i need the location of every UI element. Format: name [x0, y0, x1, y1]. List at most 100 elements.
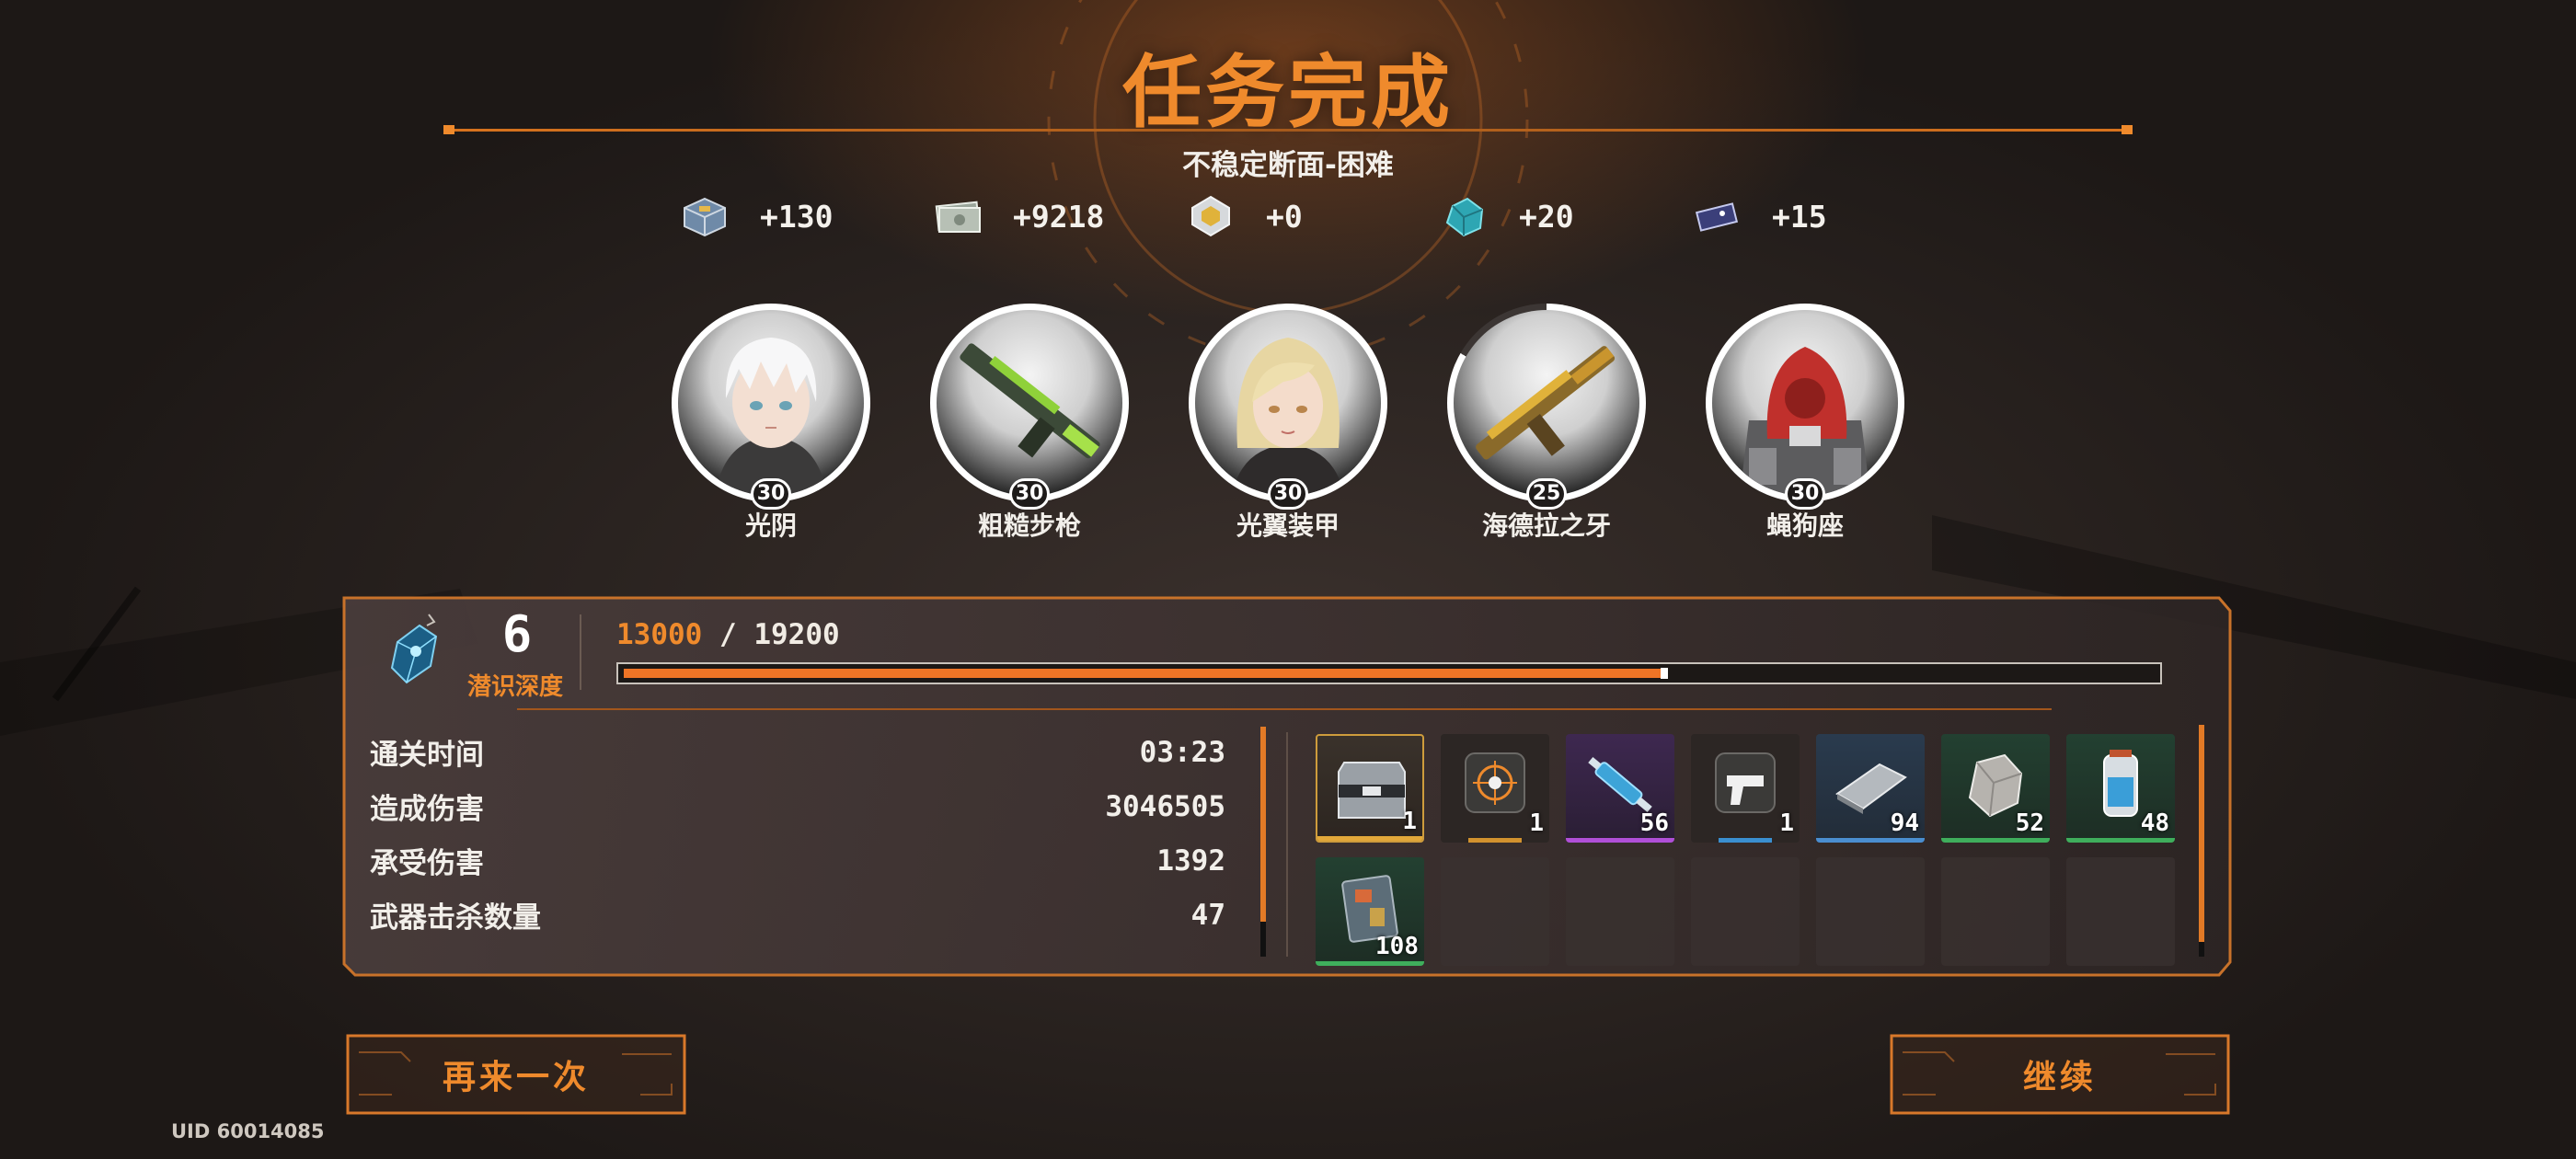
- item-quantity: 1: [1779, 809, 1794, 837]
- pistol-part-icon: [1715, 752, 1776, 813]
- xp-progress-fill: [624, 668, 1668, 679]
- reward-summary: +130 +9218 +0 +20 +15: [681, 189, 1895, 244]
- title-divider: [443, 125, 2133, 134]
- loot-item[interactable]: 108: [1316, 857, 1424, 966]
- member-name: 蝇狗座: [1765, 511, 1844, 541]
- target-module-icon: [1465, 752, 1525, 813]
- team-roster: 30 光阴 30 粗糙步枪 30 光翼装甲 25 海德拉之牙 30 蝇狗座: [672, 304, 1904, 552]
- stat-row: 承受伤害 1392: [370, 833, 1225, 888]
- level-badge: 25: [1526, 478, 1567, 510]
- blonde-character-portrait: [1232, 338, 1344, 496]
- stat-label: 通关时间: [370, 739, 484, 772]
- team-member[interactable]: 25 海德拉之牙: [1447, 304, 1646, 543]
- xp-current: 13000: [616, 618, 703, 651]
- loot-item[interactable]: 52: [1941, 734, 2050, 843]
- reward-value: +0: [1266, 198, 1303, 235]
- stat-row: 通关时间 03:23: [370, 725, 1225, 779]
- member-name: 粗糙步枪: [977, 511, 1081, 541]
- empty-loot-slot: [1941, 857, 2050, 966]
- level-badge: 30: [1785, 478, 1825, 510]
- ticket-card-icon: [1695, 202, 1739, 232]
- level-badge: 30: [751, 478, 791, 510]
- rarity-bar: [1317, 836, 1422, 841]
- reward-value: +20: [1519, 198, 1574, 235]
- item-quantity: 52: [2015, 809, 2044, 837]
- stat-value: 1392: [1156, 843, 1225, 878]
- stat-label: 武器击杀数量: [370, 901, 541, 935]
- rarity-bar: [1468, 838, 1522, 843]
- member-name: 光翼装甲: [1236, 511, 1340, 541]
- white-haired-character-portrait: [715, 338, 827, 496]
- stage-name: 不稳定断面-困难: [1182, 149, 1394, 182]
- loot-item[interactable]: 1: [1441, 734, 1549, 843]
- depth-label: 潜识深度: [467, 673, 564, 701]
- stats-scrollbar-thumb[interactable]: [1260, 727, 1266, 922]
- loot-scrollbar[interactable]: [2199, 725, 2204, 957]
- supply-crate-icon: [684, 197, 726, 237]
- reward-value: +130: [760, 198, 834, 235]
- portrait-frame: [930, 304, 1129, 502]
- depth-level: 6: [501, 605, 533, 663]
- stat-row: 造成伤害 3046505: [370, 779, 1225, 833]
- retry-label: 再来一次: [442, 1059, 590, 1096]
- reward-supply: +130: [681, 189, 883, 244]
- item-quantity: 1: [1529, 809, 1544, 837]
- stat-label: 造成伤害: [370, 793, 484, 826]
- stat-row: 武器击杀数量 47: [370, 888, 1225, 942]
- xp-max: 19200: [753, 618, 840, 651]
- portrait-frame: [1706, 304, 1904, 502]
- reward-ticket: +15: [1693, 189, 1895, 244]
- reward-ore: +20: [1440, 189, 1642, 244]
- retry-button[interactable]: 再来一次: [346, 1034, 686, 1115]
- section-divider: [1286, 732, 1288, 957]
- item-quantity: 108: [1375, 933, 1419, 960]
- reward-money: +9218: [934, 189, 1136, 244]
- item-quantity: 1: [1402, 808, 1417, 835]
- loot-item[interactable]: 1: [1691, 734, 1800, 843]
- stat-label: 承受伤害: [370, 847, 484, 880]
- loot-item[interactable]: 1: [1316, 734, 1424, 843]
- empty-loot-slot: [2066, 857, 2175, 966]
- loot-item[interactable]: 48: [2066, 734, 2175, 843]
- banknotes-icon: [935, 201, 981, 233]
- depth-divider: [580, 614, 581, 690]
- continue-button[interactable]: 继续: [1890, 1034, 2230, 1115]
- reward-gold: +0: [1187, 189, 1389, 244]
- battle-stats: 通关时间 03:23 造成伤害 3046505 承受伤害 1392 武器击杀数量…: [370, 725, 1225, 942]
- loot-item[interactable]: 56: [1566, 734, 1674, 843]
- portrait-frame: [1447, 304, 1646, 502]
- xp-readout: 13000 / 19200: [616, 618, 840, 651]
- green-rifle-portrait: [960, 343, 1100, 459]
- loot-grid: 1 1 56 1 94 52 48 108: [1316, 734, 2177, 966]
- panel-divider: [517, 708, 2052, 710]
- empty-loot-slot: [1691, 857, 1800, 966]
- empty-loot-slot: [1816, 857, 1925, 966]
- loot-item[interactable]: 94: [1816, 734, 1925, 843]
- teal-ore-icon: [1445, 197, 1484, 237]
- rarity-bar: [1566, 838, 1674, 843]
- stat-value: 3046505: [1105, 789, 1225, 823]
- rarity-bar: [1816, 838, 1925, 843]
- stats-scrollbar[interactable]: [1260, 727, 1266, 957]
- item-quantity: 56: [1639, 809, 1669, 837]
- team-member[interactable]: 30 粗糙步枪: [930, 304, 1129, 543]
- item-quantity: 48: [2140, 809, 2169, 837]
- reward-value: +15: [1772, 198, 1827, 235]
- gold-shotgun-portrait: [1476, 346, 1616, 460]
- continue-label: 继续: [2022, 1059, 2097, 1096]
- rarity-bar: [1719, 838, 1772, 843]
- player-uid: UID 60014085: [171, 1120, 325, 1142]
- reward-value: +9218: [1013, 198, 1105, 235]
- red-mech-portrait: [1740, 347, 1870, 496]
- gold-crystal-icon: [1191, 195, 1230, 237]
- team-member[interactable]: 30 光翼装甲: [1189, 304, 1387, 543]
- level-badge: 30: [1009, 478, 1050, 510]
- loot-scrollbar-thumb[interactable]: [2199, 725, 2204, 942]
- team-member[interactable]: 30 光阴: [672, 304, 870, 543]
- xp-separator: /: [702, 618, 754, 651]
- member-name: 海德拉之牙: [1481, 511, 1611, 541]
- crystal-pendant-icon: [390, 614, 438, 684]
- team-member[interactable]: 30 蝇狗座: [1706, 304, 1904, 543]
- rarity-bar: [1316, 961, 1424, 966]
- results-panel: 6 潜识深度 13000 / 19200 通关时间 03:23 造成伤害 304…: [342, 596, 2232, 977]
